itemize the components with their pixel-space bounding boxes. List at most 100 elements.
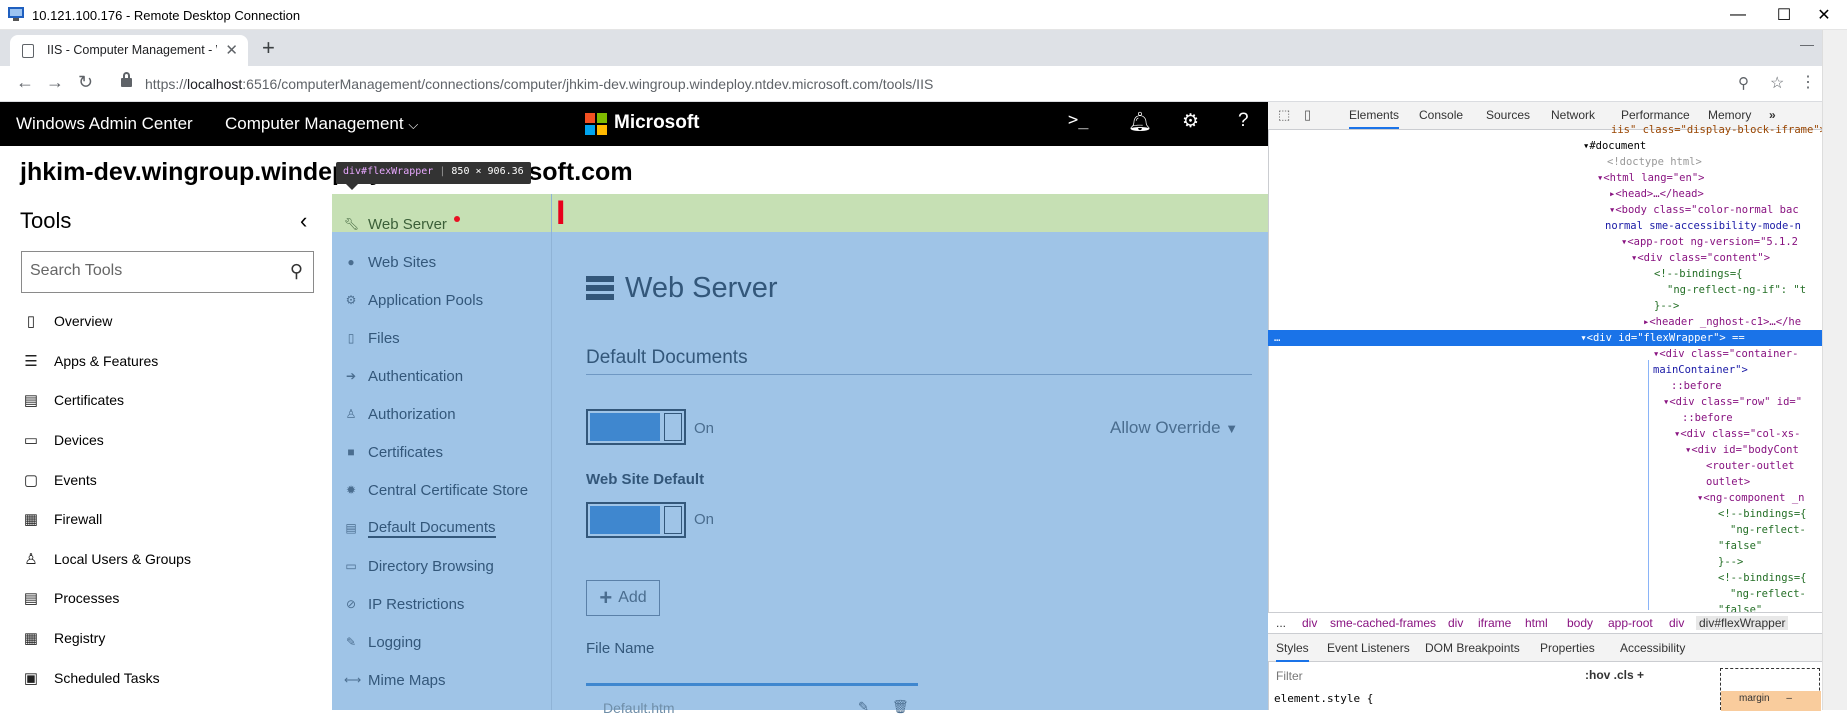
wac-brand[interactable]: Windows Admin Center <box>16 114 193 134</box>
iis-nav-central-cert-store[interactable]: ✹ Central Certificate Store <box>344 473 549 507</box>
breadcrumb-item[interactable]: app-root <box>1608 616 1653 630</box>
iis-nav-files[interactable]: ▯ Files <box>344 321 549 355</box>
browser-tab[interactable]: IIS - Computer Management - W ✕ <box>10 35 248 66</box>
dom-line[interactable]: }--> <box>1268 298 1822 314</box>
tool-processes[interactable]: ▤ Processes <box>20 578 320 618</box>
dom-line[interactable]: outlet> <box>1268 474 1822 490</box>
table-row[interactable]: Default.htm <box>603 700 675 716</box>
breadcrumb-item[interactable]: body <box>1567 616 1593 630</box>
search-input[interactable] <box>30 252 270 290</box>
breadcrumb-item[interactable]: div <box>1669 616 1684 630</box>
device-toolbar-icon[interactable]: ▯ <box>1304 107 1311 123</box>
dom-line[interactable]: "ng-reflect- <box>1268 586 1822 602</box>
iis-nav-authentication[interactable]: ➔ Authentication <box>344 359 549 393</box>
reload-icon[interactable]: ↻ <box>78 72 93 93</box>
dom-line[interactable]: ▸<header _nghost-c1>…</he <box>1268 314 1822 330</box>
context-switcher[interactable]: Computer Management ⌵ <box>225 114 418 134</box>
breadcrumb-item[interactable]: ... <box>1276 616 1286 630</box>
iis-nav-certificates[interactable]: ■ Certificates <box>344 435 549 469</box>
dom-line[interactable]: <!--bindings={ <box>1268 266 1822 282</box>
dom-line[interactable]: <!doctype html> <box>1268 154 1822 170</box>
dom-line[interactable]: ▾<div class="content"> <box>1268 250 1822 266</box>
dom-line-selected[interactable]: … ▾<div id="flexWrapper"> == <box>1268 330 1822 346</box>
dom-line[interactable]: }--> <box>1268 554 1822 570</box>
dom-line[interactable]: <!--bindings={ <box>1268 506 1822 522</box>
dom-line[interactable]: ▾<div class="container- <box>1268 346 1822 362</box>
tab-memory[interactable]: Memory <box>1708 108 1751 122</box>
tab-styles[interactable]: Styles <box>1276 641 1309 662</box>
bookmark-star-icon[interactable]: ☆ <box>1770 73 1784 93</box>
iis-nav-default-documents[interactable]: ▤ Default Documents <box>344 511 549 545</box>
inspect-element-icon[interactable]: ⬚ <box>1278 107 1290 123</box>
tab-sources[interactable]: Sources <box>1486 108 1530 122</box>
new-tab-icon[interactable]: + <box>262 35 275 61</box>
file-name-column-header[interactable]: File Name <box>586 640 654 657</box>
bell-icon[interactable]: 🔔︎ <box>1128 110 1152 134</box>
breadcrumb-item[interactable]: div <box>1448 616 1463 630</box>
dom-line[interactable]: ▾#document <box>1268 138 1822 154</box>
tool-apps-features[interactable]: ☰ Apps & Features <box>20 341 320 381</box>
browser-scrollbar[interactable] <box>1822 30 1847 710</box>
breadcrumb-item[interactable]: sme-cached-frames <box>1330 616 1436 630</box>
dom-line[interactable]: ::before <box>1268 410 1822 426</box>
iis-nav-logging[interactable]: ✎ Logging <box>344 625 549 659</box>
lock-icon[interactable] <box>121 72 132 87</box>
gear-icon[interactable]: ⚙ <box>1182 110 1199 133</box>
help-icon[interactable]: ? <box>1238 110 1249 132</box>
tool-certificates[interactable]: ▤ Certificates <box>20 380 320 420</box>
dom-line[interactable]: <!--bindings={ <box>1268 570 1822 586</box>
close-window-button[interactable]: ✕ <box>1801 0 1847 30</box>
dom-line[interactable]: ▾<div class="col-xs- <box>1268 426 1822 442</box>
web-site-default-toggle[interactable] <box>586 502 686 538</box>
iis-nav-authorization[interactable]: ♙ Authorization <box>344 397 549 431</box>
dom-line[interactable]: iis" class="display-block-iframe"> <box>1268 122 1822 138</box>
dom-line[interactable]: "ng-reflect-ng-if": "t <box>1268 282 1822 298</box>
edit-icon[interactable]: ✎ <box>858 699 869 715</box>
tab-network[interactable]: Network <box>1551 108 1595 122</box>
powershell-icon[interactable]: >_ <box>1068 110 1088 130</box>
dom-line[interactable]: ▸<head>…</head> <box>1268 186 1822 202</box>
iis-nav-ip-restrictions[interactable]: ⊘ IP Restrictions <box>344 587 549 621</box>
dom-line[interactable]: normal sme-accessibility-mode-n <box>1268 218 1822 234</box>
tab-close-icon[interactable]: ✕ <box>225 41 238 59</box>
dom-line[interactable]: "false" <box>1268 602 1822 612</box>
dom-line[interactable]: "false" <box>1268 538 1822 554</box>
dom-line[interactable]: ▾<ng-component _n <box>1268 490 1822 506</box>
breadcrumb-item[interactable]: html <box>1525 616 1548 630</box>
dom-line[interactable]: ▾<div class="row" id=" <box>1268 394 1822 410</box>
dom-line[interactable]: ▾<body class="color-normal bac <box>1268 202 1822 218</box>
tab-console[interactable]: Console <box>1419 108 1463 122</box>
tab-accessibility[interactable]: Accessibility <box>1620 641 1685 655</box>
dom-line[interactable]: ▾<html lang="en"> <box>1268 170 1822 186</box>
delete-icon[interactable]: 🗑︎ <box>892 699 909 715</box>
more-tabs-icon[interactable]: » <box>1769 108 1776 122</box>
styles-filter-options[interactable]: :hov .cls + <box>1585 668 1644 682</box>
tool-events[interactable]: ▢ Events <box>20 460 320 500</box>
tool-devices[interactable]: ▭ Devices <box>20 420 320 460</box>
tool-registry[interactable]: ▦ Registry <box>20 618 320 658</box>
tab-event-listeners[interactable]: Event Listeners <box>1327 641 1410 655</box>
tab-dom-breakpoints[interactable]: DOM Breakpoints <box>1425 641 1520 655</box>
forward-icon[interactable]: → <box>46 72 64 93</box>
tab-properties[interactable]: Properties <box>1540 641 1595 655</box>
iis-nav-application-pools[interactable]: ⚙ Application Pools <box>344 283 549 317</box>
breadcrumb-item[interactable]: div <box>1302 616 1317 630</box>
styles-filter-input[interactable]: Filter <box>1276 669 1303 683</box>
iis-nav-directory-browsing[interactable]: ▭ Directory Browsing <box>344 549 549 583</box>
browser-menu-icon[interactable]: ⋮ <box>1800 72 1816 92</box>
tab-performance[interactable]: Performance <box>1621 108 1690 122</box>
dom-line[interactable]: ▾<div id="bodyCont <box>1268 442 1822 458</box>
iis-nav-web-server[interactable]: 🔧︎ Web Server <box>344 207 549 241</box>
minimize-button[interactable]: — <box>1715 0 1761 30</box>
allow-override-dropdown[interactable]: Allow Override ▼ <box>1110 418 1238 438</box>
tool-firewall[interactable]: ▦ Firewall <box>20 499 320 539</box>
back-icon[interactable]: ← <box>16 72 34 93</box>
window-minimize-icon[interactable]: — <box>1800 36 1814 52</box>
dom-line[interactable]: <router-outlet <box>1268 458 1822 474</box>
tool-local-users[interactable]: ♙ Local Users & Groups <box>20 539 320 579</box>
dom-line[interactable]: mainContainer"> <box>1268 362 1822 378</box>
url-field[interactable]: https://localhost:6516/computerManagemen… <box>145 76 933 92</box>
search-icon[interactable]: ⚲ <box>290 261 303 282</box>
add-button[interactable]: + Add <box>586 580 660 616</box>
iis-nav-mime-maps[interactable]: ⟷ Mime Maps <box>344 663 549 697</box>
